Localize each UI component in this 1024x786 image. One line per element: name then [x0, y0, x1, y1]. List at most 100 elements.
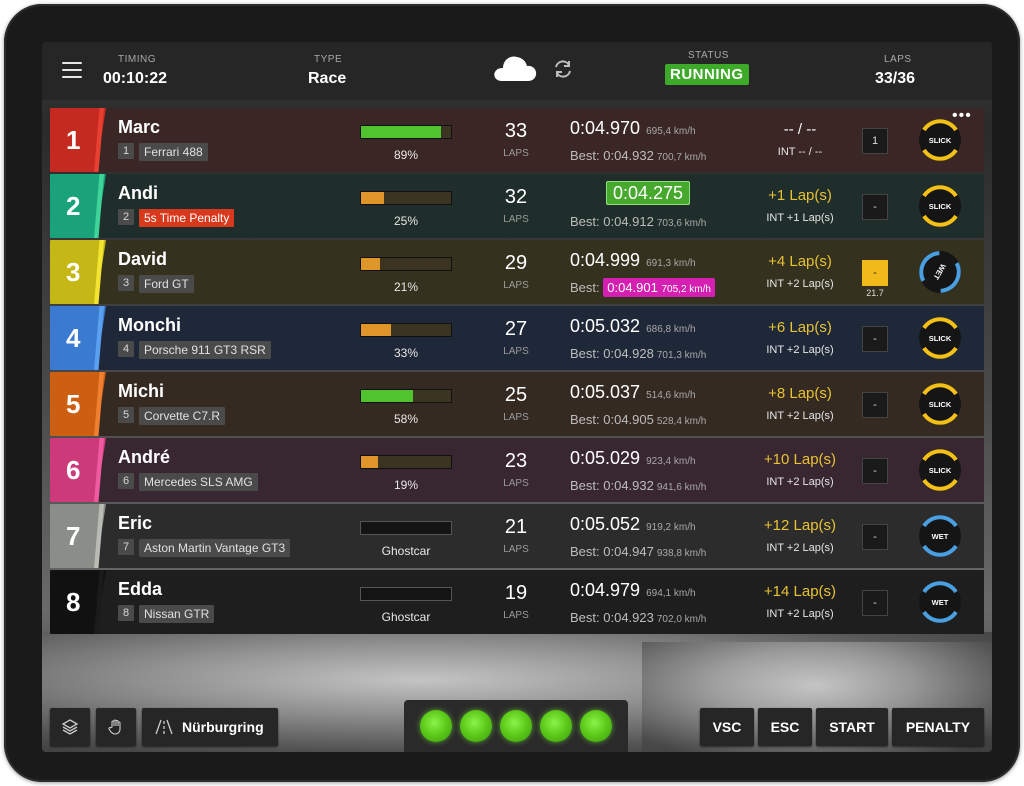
pit-indicator[interactable]: - — [862, 194, 888, 220]
gap-to-leader: -- / -- — [783, 121, 817, 138]
lap-progress-fill — [361, 456, 379, 468]
best-speed: 705,2 km/h — [661, 284, 711, 295]
pit-timer: 21.7 — [866, 288, 884, 298]
best-time-value: 0:04.928 — [603, 346, 654, 361]
last-lap-time: 0:05.037 514,6 km/h — [570, 382, 750, 403]
best-label: Best: — [570, 346, 600, 361]
tyre-icon[interactable]: SLICK — [916, 182, 964, 230]
more-options-icon[interactable]: ••• — [952, 108, 972, 124]
start-light — [460, 710, 492, 742]
start-button[interactable]: START — [816, 708, 888, 746]
pit-indicator[interactable]: - — [862, 458, 888, 484]
interval: INT +2 Lap(s) — [766, 476, 834, 488]
driver-row[interactable]: 1 Marc 1 Ferrari 488 89% 33 LAPS 0:04.97… — [50, 108, 984, 172]
gap-to-leader: +1 Lap(s) — [768, 187, 832, 204]
car-number: 3 — [118, 275, 135, 291]
car-model: Nissan GTR — [139, 605, 215, 623]
driver-row[interactable]: 6 André 6 Mercedes SLS AMG 19% 23 LAPS 0… — [50, 438, 984, 502]
lap-speed: 919,2 km/h — [646, 522, 696, 533]
start-light — [540, 710, 572, 742]
driver-row[interactable]: 2 Andi 2 5s Time Penalty 25% 32 LAPS 0:0… — [50, 174, 984, 238]
track-name: Nürburgring — [182, 719, 264, 735]
driver-row[interactable]: 7 Eric 7 Aston Martin Vantage GT3 Ghostc… — [50, 504, 984, 568]
lap-time-highlight: 0:04.275 — [606, 181, 691, 205]
best-speed: 701,3 km/h — [656, 350, 707, 361]
timing-value: 00:10:22 — [103, 70, 168, 87]
lap-progress-fill — [361, 258, 380, 270]
last-lap-time: 0:05.052 919,2 km/h — [570, 514, 750, 535]
gap-to-leader: +14 Lap(s) — [763, 583, 837, 600]
status-label: STATUS — [688, 50, 729, 61]
pit-indicator[interactable]: - — [862, 590, 888, 616]
tyre-icon[interactable]: SLICK — [916, 380, 964, 428]
lap-time-value: 0:04.970 — [570, 118, 641, 138]
status-badge: RUNNING — [665, 64, 749, 85]
hand-button[interactable] — [96, 708, 136, 746]
start-light — [420, 710, 452, 742]
vsc-button[interactable]: VSC — [700, 708, 754, 746]
lap-progress-bar — [360, 389, 452, 403]
driver-row[interactable]: 4 Monchi 4 Porsche 911 GT3 RSR 33% 27 LA… — [50, 306, 984, 370]
lap-time-value: 0:04.999 — [570, 250, 641, 270]
laps-count: 21 — [504, 516, 528, 538]
pit-indicator[interactable]: - — [862, 392, 888, 418]
best-label: Best: — [570, 412, 600, 427]
pit-indicator[interactable]: - — [862, 260, 888, 286]
header-bar: TIMING 00:10:22 TYPE Race STATUS RUNNING… — [42, 42, 992, 100]
laps-label: LAPS — [503, 346, 529, 357]
laps-label: LAPS — [503, 544, 529, 555]
best-time-value: 0:04.905 — [603, 412, 654, 427]
driver-row[interactable]: 3 David 3 Ford GT 21% 29 LAPS 0:04.999 69… — [50, 240, 984, 304]
lap-progress-bar — [360, 257, 452, 271]
best-lap: Best: 0:04.912 703,6 km/h — [570, 214, 706, 229]
tyre-icon[interactable]: WET — [916, 578, 964, 626]
menu-icon[interactable] — [62, 62, 82, 78]
car-model: Porsche 911 GT3 RSR — [139, 341, 271, 359]
laps-label: LAPS — [503, 412, 529, 423]
tyre-icon[interactable]: SLICK — [916, 314, 964, 362]
position-number: 5 — [66, 388, 81, 419]
last-lap-time: 0:05.029 923,4 km/h — [570, 448, 750, 469]
driver-name: Edda — [118, 579, 163, 599]
best-time-value: 0:04.932 — [603, 478, 654, 493]
car-number: 8 — [118, 605, 135, 621]
lap-progress-text: Ghostcar — [381, 610, 431, 624]
app-screen: TIMING 00:10:22 TYPE Race STATUS RUNNING… — [42, 42, 992, 752]
car-model: Corvette C7.R — [139, 407, 226, 425]
position-number: 2 — [66, 190, 81, 221]
lap-progress-bar — [360, 323, 452, 337]
type-label: TYPE — [314, 54, 343, 65]
pit-indicator[interactable]: 1 — [862, 128, 888, 154]
cloud-icon[interactable] — [492, 50, 538, 84]
best-speed: 528,4 km/h — [656, 416, 707, 427]
lap-time-value: 0:05.029 — [570, 448, 641, 468]
driver-name: Eric — [118, 513, 153, 533]
tyre-icon[interactable]: WET — [916, 248, 964, 296]
driver-name: Monchi — [118, 315, 181, 335]
lap-progress-bar — [360, 521, 452, 535]
lap-progress-fill — [361, 324, 391, 336]
lap-speed: 923,4 km/h — [646, 456, 696, 467]
track-selector-button[interactable]: Nürburgring — [142, 708, 278, 746]
tablet-frame: TIMING 00:10:22 TYPE Race STATUS RUNNING… — [4, 4, 1020, 782]
tyre-label: SLICK — [929, 136, 952, 145]
best-speed: 941,6 km/h — [656, 482, 707, 493]
refresh-icon[interactable] — [552, 58, 574, 80]
pit-indicator[interactable]: - — [862, 326, 888, 352]
penalty-button[interactable]: PENALTY — [892, 708, 984, 746]
pit-indicator[interactable]: - — [862, 524, 888, 550]
driver-row[interactable]: 5 Michi 5 Corvette C7.R 58% 25 LAPS 0:05… — [50, 372, 984, 436]
best-label: Best: — [570, 214, 600, 229]
timing-label: TIMING — [118, 54, 156, 65]
lap-progress-text: 25% — [393, 214, 419, 228]
lap-time-value: 0:05.032 — [570, 316, 641, 336]
lap-progress-bar — [360, 587, 452, 601]
tyre-icon[interactable]: WET — [916, 512, 964, 560]
car-number: 5 — [118, 407, 135, 423]
layers-button[interactable] — [50, 708, 90, 746]
car-model: Aston Martin Vantage GT3 — [139, 539, 291, 557]
driver-row[interactable]: 8 Edda 8 Nissan GTR Ghostcar 19 LAPS 0:0… — [50, 570, 984, 634]
lap-progress-fill — [361, 192, 384, 204]
esc-button[interactable]: ESC — [758, 708, 812, 746]
tyre-icon[interactable]: SLICK — [916, 446, 964, 494]
